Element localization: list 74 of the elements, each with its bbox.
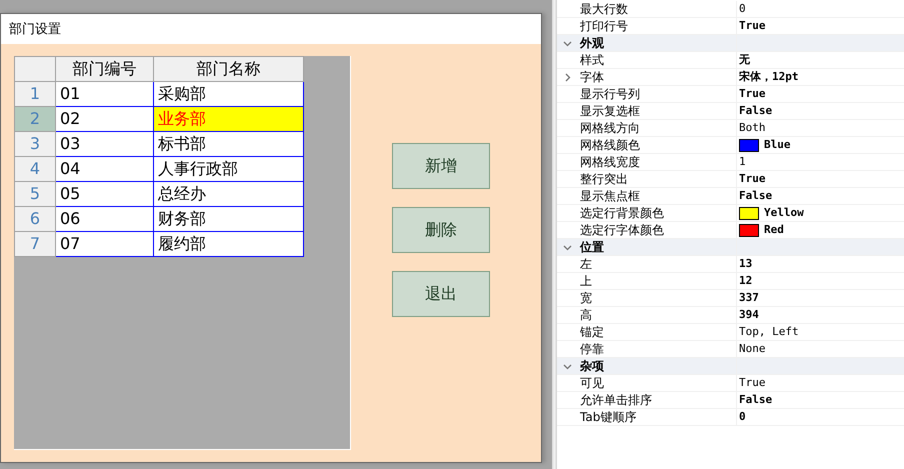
- property-value[interactable]: None: [739, 341, 766, 357]
- property-name[interactable]: 字体: [578, 69, 737, 85]
- property-value[interactable]: Red: [764, 222, 784, 238]
- property-name[interactable]: 允许单击排序: [578, 392, 737, 408]
- collapse-icon[interactable]: [563, 38, 572, 48]
- property-value[interactable]: False: [739, 392, 772, 408]
- table-cell: 03: [56, 132, 154, 156]
- property-value[interactable]: True: [739, 86, 766, 102]
- window-title: 部门设置: [1, 14, 541, 44]
- table-cell: 01: [56, 82, 154, 106]
- table-cell: 人事行政部: [154, 156, 304, 182]
- property-name[interactable]: 显示复选框: [578, 103, 737, 119]
- property-value[interactable]: Blue: [764, 137, 790, 153]
- table-cell: 04: [56, 156, 154, 182]
- expand-icon[interactable]: [563, 72, 572, 82]
- table-cell: 履约部: [154, 232, 304, 256]
- row-number[interactable]: 4: [14, 156, 56, 182]
- property-name[interactable]: 最大行数: [578, 1, 737, 17]
- property-value[interactable]: True: [739, 171, 766, 187]
- property-value[interactable]: 394: [739, 307, 759, 323]
- column-header[interactable]: 部门名称: [154, 56, 304, 82]
- row-number[interactable]: 5: [14, 182, 56, 206]
- collapse-icon[interactable]: [563, 362, 572, 370]
- property-name[interactable]: 网格线颜色: [578, 137, 737, 153]
- property-name[interactable]: 打印行号: [578, 18, 737, 34]
- property-value[interactable]: 0: [739, 1, 746, 17]
- form-button[interactable]: 新增: [392, 143, 490, 189]
- property-value[interactable]: 宋体，12pt: [739, 69, 798, 85]
- property-name[interactable]: 宽: [578, 290, 737, 306]
- property-value[interactable]: Both: [739, 120, 766, 136]
- row-number[interactable]: 6: [14, 206, 56, 232]
- property-name[interactable]: 网格线方向: [578, 120, 737, 136]
- property-value[interactable]: 无: [739, 52, 750, 68]
- collapse-icon[interactable]: [563, 242, 572, 252]
- form-button[interactable]: 删除: [392, 207, 490, 253]
- property-value[interactable]: Yellow: [764, 205, 804, 221]
- property-value[interactable]: 0: [739, 409, 746, 425]
- table-cell: 06: [56, 206, 154, 232]
- property-name[interactable]: 显示焦点框: [578, 188, 737, 204]
- property-value[interactable]: 337: [739, 290, 759, 306]
- row-number[interactable]: 1: [14, 82, 56, 106]
- property-name[interactable]: 整行突出: [578, 171, 737, 187]
- property-value[interactable]: 12: [739, 273, 752, 289]
- property-name[interactable]: 样式: [578, 52, 737, 68]
- row-number[interactable]: 3: [14, 132, 56, 156]
- property-name[interactable]: 选定行字体颜色: [578, 222, 737, 238]
- table-cell: 财务部: [154, 206, 304, 232]
- column-header[interactable]: 部门编号: [56, 56, 154, 82]
- property-name[interactable]: 锚定: [578, 324, 737, 340]
- table-cell: 标书部: [154, 132, 304, 156]
- property-value[interactable]: 13: [739, 256, 752, 272]
- property-value[interactable]: True: [739, 375, 766, 391]
- property-name[interactable]: 高: [578, 307, 737, 323]
- table-cell: 05: [56, 182, 154, 206]
- property-name[interactable]: 停靠: [578, 341, 737, 357]
- property-name[interactable]: 网格线宽度: [578, 154, 737, 170]
- table-cell: 总经办: [154, 182, 304, 206]
- property-name[interactable]: 选定行背景颜色: [578, 205, 737, 221]
- property-value[interactable]: True: [739, 18, 766, 34]
- form-button[interactable]: 退出: [392, 271, 490, 317]
- row-number[interactable]: 7: [14, 232, 56, 256]
- property-name[interactable]: 上: [578, 273, 737, 289]
- property-name[interactable]: 可见: [578, 375, 737, 391]
- property-value[interactable]: False: [739, 188, 772, 204]
- table-cell: 采购部: [154, 82, 304, 106]
- property-value[interactable]: 1: [739, 154, 746, 170]
- property-value[interactable]: False: [739, 103, 772, 119]
- table-cell: 07: [56, 232, 154, 256]
- property-name[interactable]: 显示行号列: [578, 86, 737, 102]
- property-name[interactable]: 左: [578, 256, 737, 272]
- property-name[interactable]: Tab键顺序: [578, 409, 737, 425]
- table-cell: 02: [56, 106, 154, 132]
- table-cell: 业务部: [154, 106, 304, 132]
- property-value[interactable]: Top, Left: [739, 324, 799, 340]
